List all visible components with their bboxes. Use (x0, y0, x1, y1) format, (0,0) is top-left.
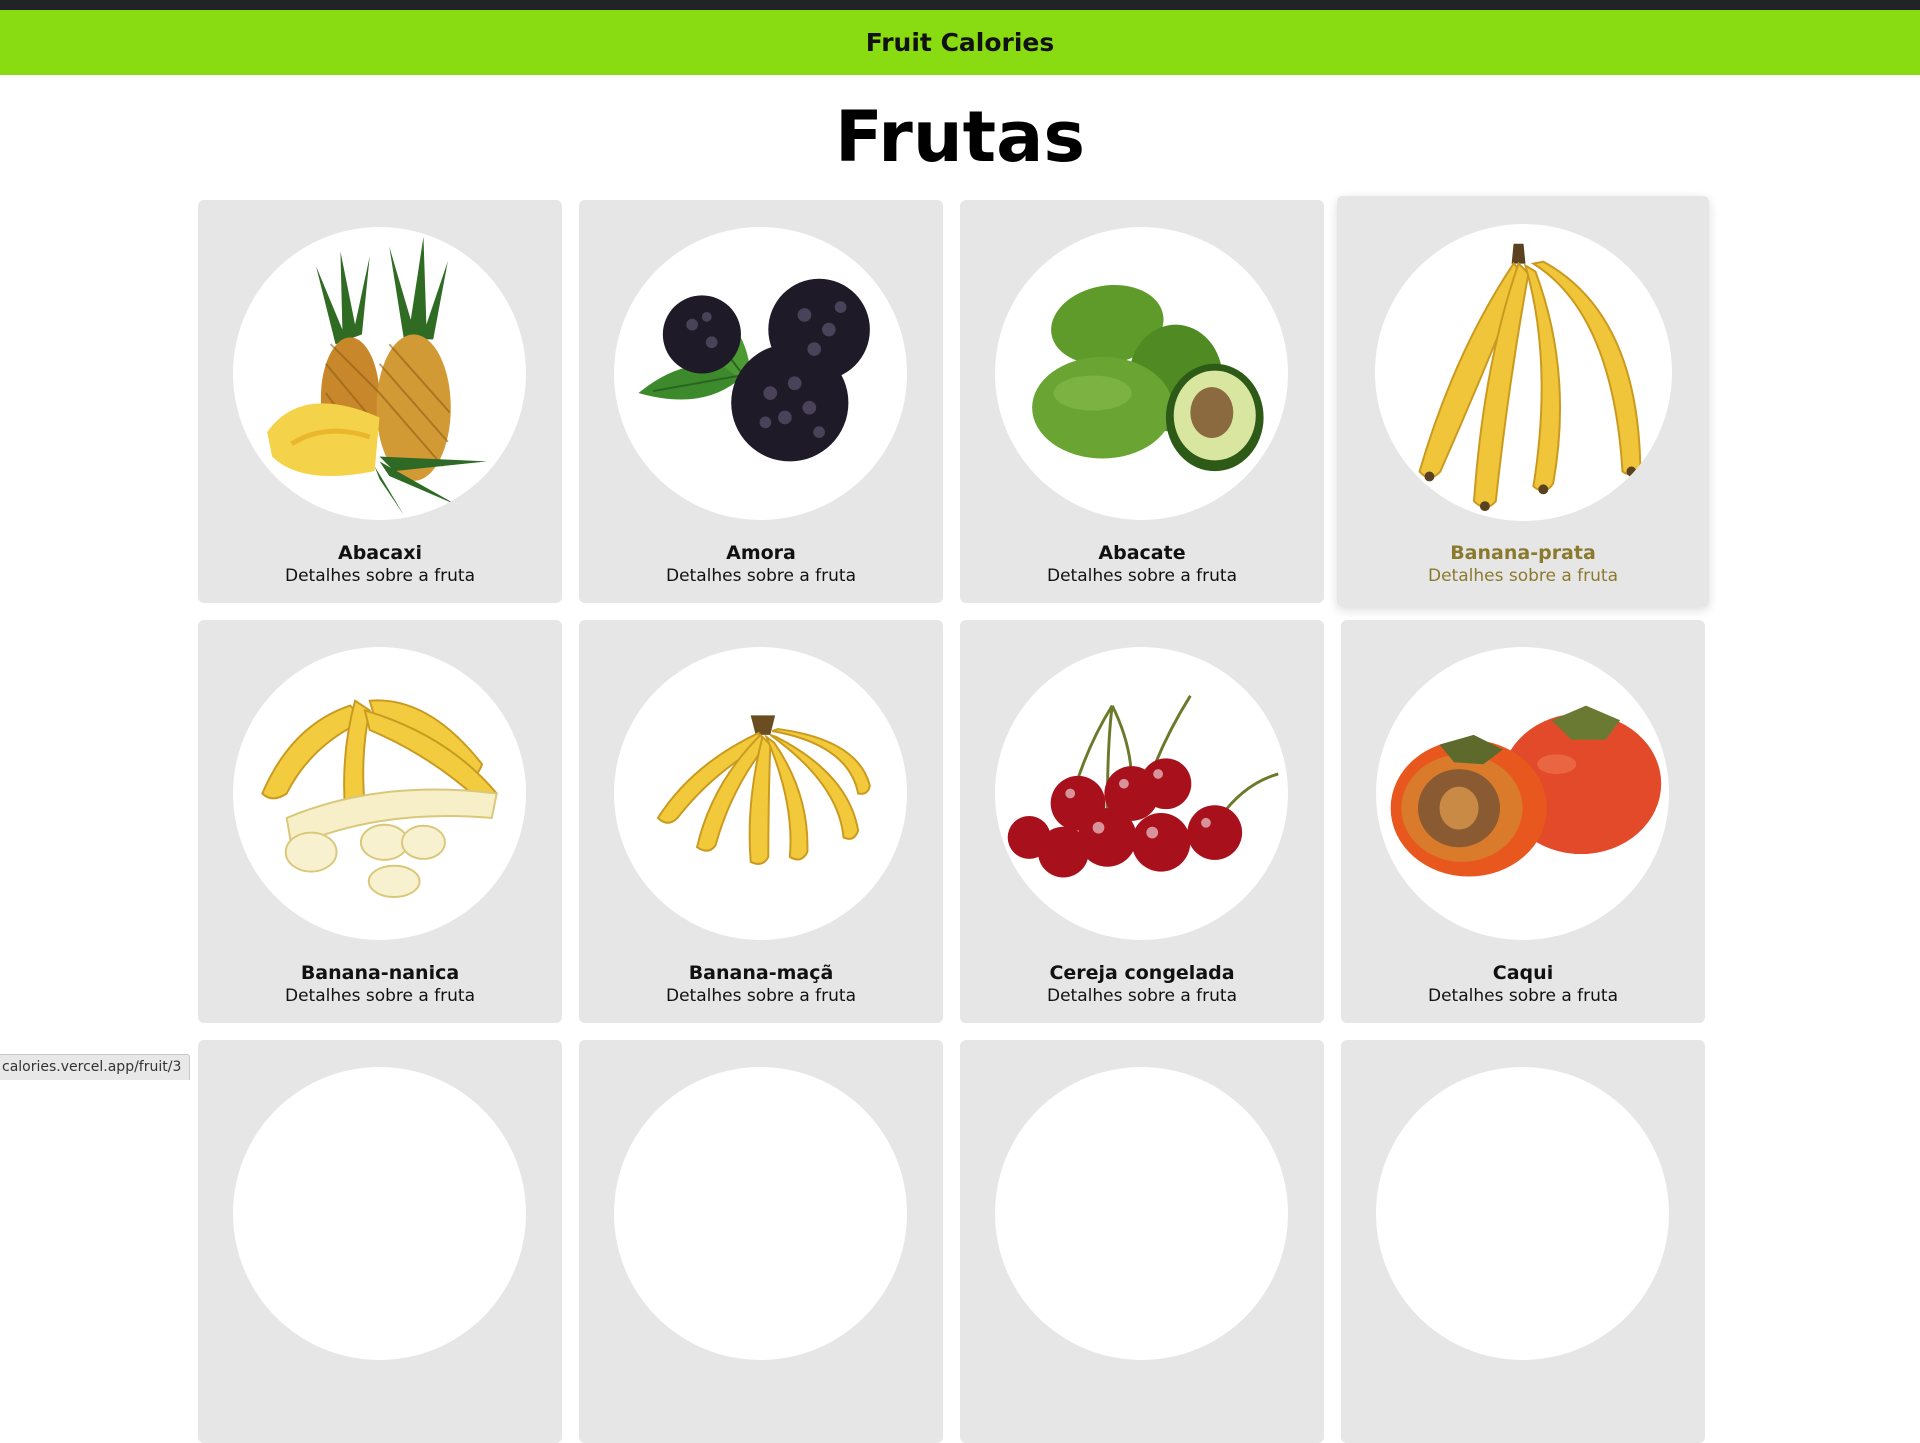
fruit-name: Banana-nanica (300, 962, 460, 984)
banana-bunch-icon (1375, 224, 1672, 521)
fruit-details-link: Detalhes sobre a fruta (1046, 986, 1238, 1006)
fruit-card-abacaxi[interactable]: Abacaxi Detalhes sobre a fruta (198, 200, 562, 603)
fruit-card-banana-maca[interactable]: Banana-maçã Detalhes sobre a fruta (579, 620, 943, 1023)
fruit-details-link: Detalhes sobre a fruta (1427, 566, 1619, 586)
fruit-card-row3-3[interactable] (960, 1040, 1324, 1443)
fruit-details-link: Detalhes sobre a fruta (1427, 986, 1619, 1006)
fruit-details-link: Detalhes sobre a fruta (665, 986, 857, 1006)
small-banana-bunch-icon (614, 647, 907, 940)
fruit-card-row3-2[interactable] (579, 1040, 943, 1443)
fruit-card-amora[interactable]: Amora Detalhes sobre a fruta (579, 200, 943, 603)
status-bar-url: calories.vercel.app/fruit/3 (0, 1054, 191, 1080)
fruit-details-link: Detalhes sobre a fruta (284, 986, 476, 1006)
fruit-image (233, 1067, 526, 1360)
fruit-name: Amora (726, 542, 796, 564)
fruit-grid: Abacaxi Detalhes sobre a fruta Amora Det… (198, 196, 1709, 1443)
brand-link[interactable]: Fruit Calories (866, 28, 1055, 57)
fruit-name: Banana-prata (1450, 542, 1596, 564)
fruit-name: Banana-maçã (688, 962, 834, 984)
pineapple-icon (233, 227, 526, 520)
fruit-name: Caqui (1492, 962, 1554, 984)
fruit-image (1376, 1067, 1669, 1360)
fruit-card-banana-nanica[interactable]: Banana-nanica Detalhes sobre a fruta (198, 620, 562, 1023)
navbar: Fruit Calories (0, 10, 1920, 75)
fruit-details-link: Detalhes sobre a fruta (665, 566, 857, 586)
cherries-icon (995, 647, 1288, 940)
fruit-name: Abacaxi (338, 542, 422, 564)
fruit-image (614, 1067, 907, 1360)
fruit-details-link: Detalhes sobre a fruta (284, 566, 476, 586)
peeled-banana-icon (233, 647, 526, 940)
fruit-card-banana-prata[interactable]: Banana-prata Detalhes sobre a fruta (1337, 196, 1709, 607)
persimmon-icon (1376, 647, 1669, 940)
fruit-card-caqui[interactable]: Caqui Detalhes sobre a fruta (1341, 620, 1705, 1023)
fruit-card-row3-1[interactable] (198, 1040, 562, 1443)
browser-top-strip (0, 0, 1920, 10)
fruit-card-cereja-congelada[interactable]: Cereja congelada Detalhes sobre a fruta (960, 620, 1324, 1023)
page-title: Frutas (834, 96, 1086, 178)
fruit-name: Cereja congelada (1049, 962, 1235, 984)
blackberry-icon (614, 227, 907, 520)
avocado-icon (995, 227, 1288, 520)
fruit-name: Abacate (1098, 542, 1186, 564)
fruit-card-abacate[interactable]: Abacate Detalhes sobre a fruta (960, 200, 1324, 603)
fruit-card-row3-4[interactable] (1341, 1040, 1705, 1443)
fruit-image (995, 1067, 1288, 1360)
fruit-details-link: Detalhes sobre a fruta (1046, 566, 1238, 586)
